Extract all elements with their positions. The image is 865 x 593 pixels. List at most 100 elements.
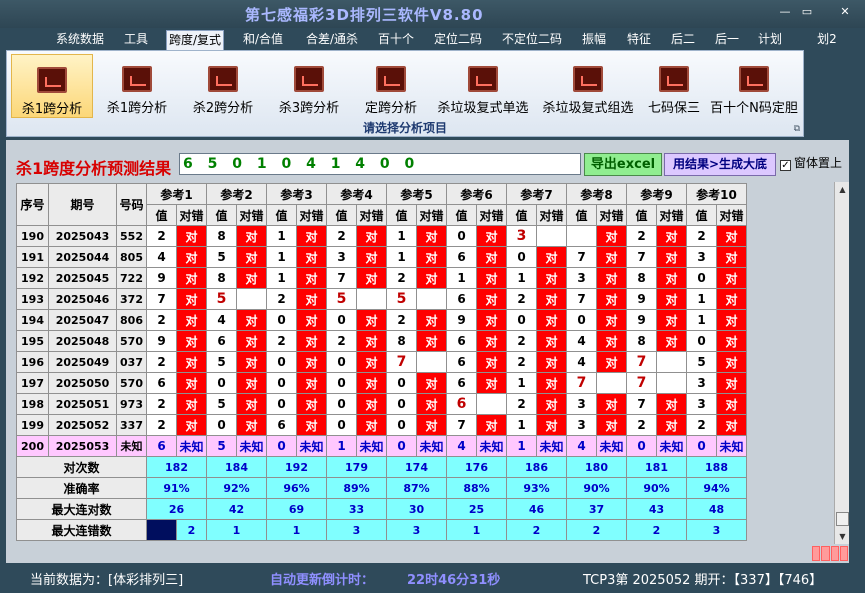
analysis-table: 序号 期号 号码 参考1 参考2 参考3 参考4 参考5 参考6 参考7 参考8 参考9 参考10 值对错… (16, 183, 747, 541)
row-period: 2025052 (48, 414, 117, 436)
stat-label: 准确率 (16, 477, 147, 499)
row-number: 037 (116, 351, 147, 373)
correct-mark: 对 (596, 309, 627, 331)
result-field[interactable]: 6 5 0 1 0 4 1 4 0 0 (179, 153, 581, 175)
ribbon-button-5[interactable]: 杀垃圾复式单选 (431, 54, 535, 118)
ribbon-button-2[interactable]: 杀2跨分析 (181, 54, 265, 118)
table-row[interactable]: 194 2025047 806 2 对 4 对 0 对 0 对 2 对 9 对 0 对 0 对 9 对 1 对 (16, 309, 747, 331)
ref-value: 7 (326, 267, 357, 289)
correct-mark: 对 (236, 225, 267, 247)
correct-mark: 对 (656, 414, 687, 436)
menu-item-0[interactable]: 系统数据 (55, 30, 105, 50)
export-excel-button[interactable]: 导出excel (584, 153, 662, 176)
menu-item-12[interactable]: 计划 (756, 30, 784, 50)
ribbon-launcher-icon[interactable]: ⧉ (794, 124, 800, 134)
ribbon-button-7[interactable]: 七码保三 (641, 54, 707, 118)
pending-result: 未知 (536, 435, 567, 457)
ref-value: 1 (386, 225, 417, 247)
ref-value: 6 (446, 330, 477, 352)
restore-button[interactable]: ▭ (800, 6, 814, 18)
menu-item-9[interactable]: 特征 (625, 30, 653, 50)
stat-value: 42 (206, 498, 267, 520)
ref-value: 7 (626, 246, 657, 268)
row-seq: 194 (16, 309, 49, 331)
vertical-scrollbar[interactable]: ▲ ▼ (834, 182, 849, 544)
minimize-button[interactable]: — (778, 6, 792, 18)
pending-result: 未知 (356, 435, 387, 457)
scroll-up-icon[interactable]: ▲ (835, 182, 850, 197)
ribbon-button-label: 七码保三 (647, 101, 700, 116)
table-row[interactable]: 190 2025043 552 2 对 8 对 1 对 2 对 1 对 0 对 3 对 2 对 2 对 (16, 225, 747, 247)
table-row[interactable]: 197 2025050 570 6 对 0 对 0 对 0 对 0 对 6 对 1 对 7 7 3 对 (16, 372, 747, 394)
stat-value: 1 (206, 519, 267, 541)
menu-item-6[interactable]: 定位二码 (432, 30, 484, 50)
ref-header-7: 参考7 (506, 183, 567, 205)
ribbon-button-0[interactable]: 杀1跨分析 (11, 54, 93, 118)
menu-item-13[interactable]: 划2 (816, 30, 838, 50)
ref-value: 7 (626, 351, 657, 373)
ref-value: 1 (506, 267, 537, 289)
stat-label: 最大连对数 (16, 498, 147, 520)
row-number: 570 (116, 372, 147, 394)
menu-item-7[interactable]: 不定位二码 (500, 30, 564, 50)
table-row[interactable]: 199 2025052 337 2 对 0 对 6 对 0 对 0 对 7 对 1 对 3 对 2 对 2 对 (16, 414, 747, 436)
menu-item-3[interactable]: 和/合值 (240, 30, 286, 50)
ribbon-button-1[interactable]: 杀1跨分析 (95, 54, 179, 118)
correct-mark: 对 (176, 372, 207, 394)
menu-item-2[interactable]: 跨度/复式 (166, 30, 224, 50)
correct-mark: 对 (296, 309, 327, 331)
close-button[interactable]: ✕ (838, 6, 852, 18)
stat-value: 90% (566, 477, 627, 499)
scroll-down-icon[interactable]: ▼ (835, 529, 850, 544)
correct-mark: 对 (536, 309, 567, 331)
ref-value: 9 (446, 309, 477, 331)
ribbon-button-4[interactable]: 定跨分析 (353, 54, 429, 118)
checkbox-check-icon[interactable]: ✓ (780, 160, 791, 171)
result-subheader: 对错 (536, 204, 567, 226)
correct-mark: 对 (536, 267, 567, 289)
correct-mark: 对 (596, 288, 627, 310)
table-row[interactable]: 192 2025045 722 9 对 8 对 1 对 7 对 2 对 1 对 1 对 3 对 8 对 0 对 (16, 267, 747, 289)
menu-item-11[interactable]: 后一 (713, 30, 741, 50)
menu-item-4[interactable]: 合差/通杀 (302, 30, 362, 50)
table-row[interactable]: 195 2025048 570 9 对 6 对 2 对 2 对 8 对 6 对 2 对 4 对 8 对 0 对 (16, 330, 747, 352)
table-row[interactable]: 196 2025049 037 2 对 5 对 0 对 0 对 7 6 对 2 对 4 对 7 5 对 (16, 351, 747, 373)
scroll-thumb[interactable] (836, 512, 849, 526)
value-subheader: 值 (566, 204, 597, 226)
ref-value: 0 (446, 225, 477, 247)
miss-cell (656, 372, 687, 394)
correct-mark: 对 (536, 372, 567, 394)
menu-bar: 系统数据 工具 跨度/复式 和/合值 合差/通杀 百十个 定位二码 不定位二码 振幅 特征 后二 后一… (0, 28, 865, 50)
menu-item-8[interactable]: 振幅 (580, 30, 608, 50)
ribbon-button-8[interactable]: 百十个N码定胆 (709, 54, 799, 118)
correct-mark: 对 (296, 225, 327, 247)
correct-mark: 对 (716, 267, 747, 289)
pending-value: 0 (386, 435, 417, 457)
row-seq: 199 (16, 414, 49, 436)
table-row[interactable]: 198 2025051 973 2 对 5 对 0 对 0 对 0 对 6 2 对 3 对 7 对 3 对 (16, 393, 747, 415)
correct-mark: 对 (296, 393, 327, 415)
ref-value: 2 (386, 309, 417, 331)
correct-mark: 对 (596, 246, 627, 268)
ribbon-button-6[interactable]: 杀垃圾复式组选 (537, 54, 639, 118)
topmost-checkbox[interactable]: ✓ 窗体置上 (780, 154, 842, 171)
correct-mark: 对 (416, 225, 447, 247)
generate-base-button[interactable]: 用结果>生成大底 (664, 153, 776, 176)
menu-item-1[interactable]: 工具 (122, 30, 150, 50)
table-row[interactable]: 193 2025046 372 7 对 5 2 对 5 5 6 对 2 对 7 对 9 对 1 对 (16, 288, 747, 310)
progress-indicator (812, 546, 848, 561)
menu-item-5[interactable]: 百十个 (376, 30, 416, 50)
correct-mark: 对 (176, 225, 207, 247)
correct-mark: 对 (176, 351, 207, 373)
table-row[interactable]: 191 2025044 805 4 对 5 对 1 对 3 对 1 对 6 对 0 对 7 对 7 对 3 对 (16, 246, 747, 268)
stat-value: 91% (146, 477, 207, 499)
column-header-2: 号码 (116, 183, 147, 226)
ribbon-button-3[interactable]: 杀3跨分析 (267, 54, 351, 118)
menu-item-10[interactable]: 后二 (669, 30, 697, 50)
ref-header-10: 参考10 (686, 183, 747, 205)
stat-value: 174 (386, 456, 447, 478)
pending-result: 未知 (656, 435, 687, 457)
value-subheader: 值 (626, 204, 657, 226)
correct-mark: 对 (656, 330, 687, 352)
stat-value: 176 (446, 456, 507, 478)
